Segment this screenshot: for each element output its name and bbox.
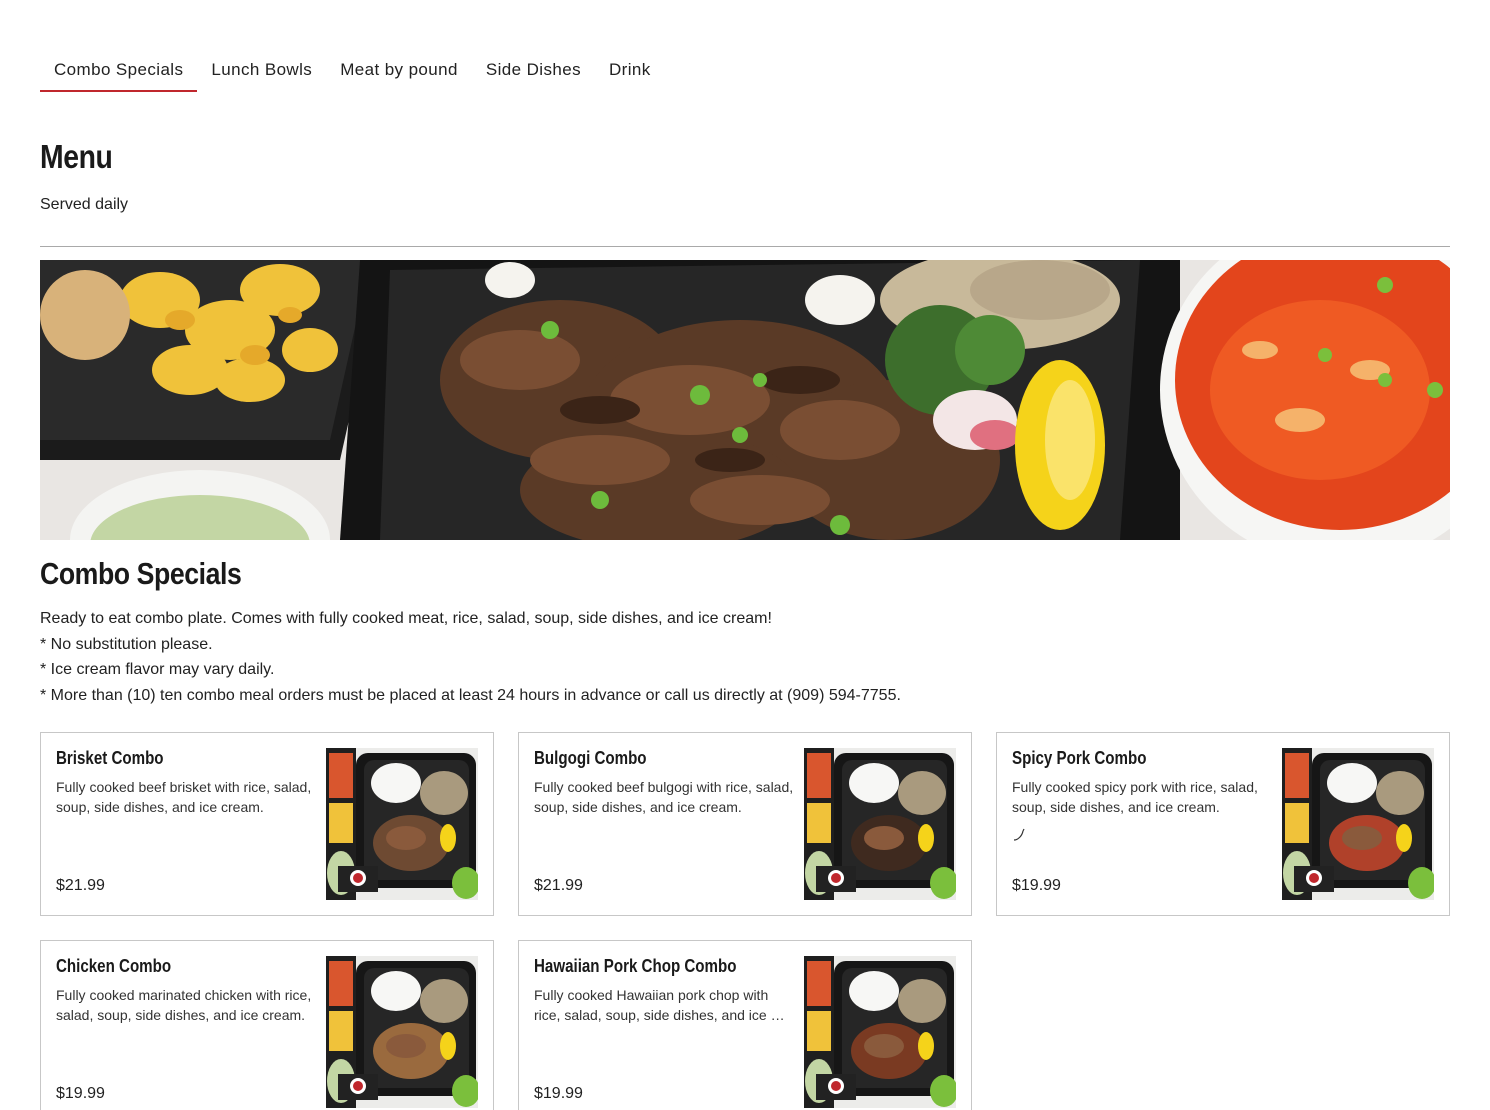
- hawaiian-pork-chop-combo-photo: [804, 956, 956, 1108]
- item-name: Brisket Combo: [56, 748, 164, 768]
- item-description: Fully cooked beef bulgogi with rice, sal…: [534, 779, 794, 815]
- category-tabs: Combo Specials Lunch Bowls Meat by pound…: [40, 52, 665, 92]
- item-description: Fully cooked marinated chicken with rice…: [56, 987, 312, 1023]
- item-price: $19.99: [1012, 877, 1061, 894]
- item-price: $19.99: [56, 1085, 105, 1102]
- item-price: $21.99: [56, 877, 105, 894]
- item-price: $21.99: [534, 877, 583, 894]
- menu-item-card[interactable]: Chicken Combo Fully cooked marinated chi…: [40, 940, 494, 1110]
- item-price: $19.99: [534, 1085, 583, 1102]
- menu-item-card[interactable]: Brisket Combo Fully cooked beef brisket …: [40, 732, 494, 916]
- spicy-pork-combo-photo: [1282, 748, 1434, 900]
- item-name: Chicken Combo: [56, 956, 172, 976]
- menu-item-card[interactable]: Bulgogi Combo Fully cooked beef bulgogi …: [518, 732, 972, 916]
- item-name: Hawaiian Pork Chop Combo: [534, 956, 737, 976]
- item-name: Bulgogi Combo: [534, 748, 647, 768]
- tab-side-dishes[interactable]: Side Dishes: [472, 52, 595, 91]
- page-title: Menu: [40, 138, 113, 175]
- tab-meat-by-pound[interactable]: Meat by pound: [326, 52, 472, 91]
- section-title: Combo Specials: [40, 556, 242, 591]
- menu-subtitle: Served daily: [40, 196, 129, 213]
- divider: [40, 246, 1450, 247]
- chicken-combo-photo: [326, 956, 478, 1108]
- menu-item-card[interactable]: Hawaiian Pork Chop Combo Fully cooked Ha…: [518, 940, 972, 1110]
- section-description-line: * More than (10) ten combo meal orders m…: [40, 686, 901, 704]
- chili-pepper-icon: [1012, 828, 1026, 845]
- section-banner-image: [40, 260, 1450, 540]
- item-description: Fully cooked spicy pork with rice, salad…: [1012, 779, 1258, 815]
- tab-drink[interactable]: Drink: [595, 52, 665, 91]
- menu-item-card[interactable]: Spicy Pork Combo Fully cooked spicy pork…: [996, 732, 1450, 916]
- section-description-line: * No substitution please.: [40, 635, 213, 653]
- tab-combo-specials[interactable]: Combo Specials: [40, 52, 198, 92]
- bulgogi-combo-photo: [804, 748, 956, 900]
- section-description-line: * Ice cream flavor may vary daily.: [40, 661, 275, 679]
- item-name: Spicy Pork Combo: [1012, 748, 1147, 768]
- section-description: Ready to eat combo plate. Comes with ful…: [40, 606, 901, 708]
- tab-lunch-bowls[interactable]: Lunch Bowls: [197, 52, 326, 91]
- item-description: Fully cooked Hawaiian pork chop with ric…: [534, 987, 785, 1023]
- section-description-line: Ready to eat combo plate. Comes with ful…: [40, 610, 772, 627]
- item-description: Fully cooked beef brisket with rice, sal…: [56, 779, 312, 815]
- brisket-combo-photo: [326, 748, 478, 900]
